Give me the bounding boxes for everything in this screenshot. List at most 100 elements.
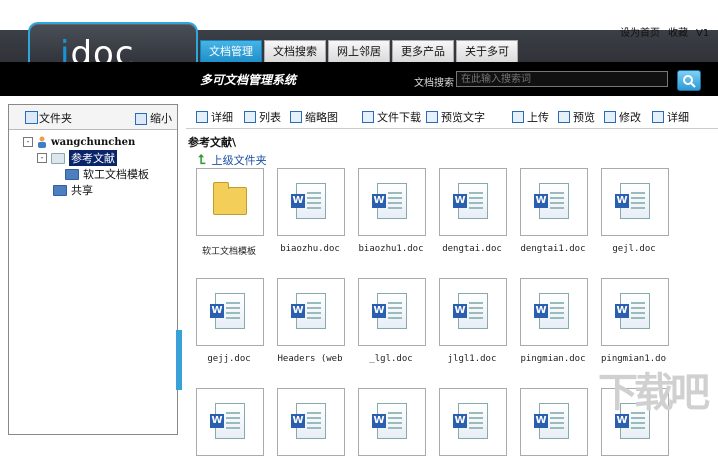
tree-node-shared[interactable]: 共享 — [53, 183, 93, 197]
tab-about[interactable]: 关于多可 — [456, 40, 518, 63]
view-detail-button[interactable]: 详细 — [196, 109, 233, 125]
folder-check-icon — [25, 111, 38, 124]
top-links: 设为首页 收藏 V1 — [620, 24, 717, 39]
word-document-icon: W — [534, 403, 569, 439]
file-name: _lgl.doc — [369, 354, 413, 364]
file-thumbnail[interactable]: W — [277, 388, 345, 456]
file-item[interactable]: Wpingmian.doc — [520, 278, 590, 364]
word-document-icon: W — [291, 183, 326, 219]
word-document-icon: W — [210, 293, 245, 329]
file-name: biaozhu.doc — [280, 244, 340, 254]
file-thumbnail[interactable]: W — [520, 278, 588, 346]
edit-button[interactable]: 修改 — [604, 109, 641, 125]
version-link[interactable]: V1 — [696, 28, 709, 39]
word-document-icon: W — [534, 293, 569, 329]
folder-panel-header: 文件夹 缩小 — [9, 105, 177, 130]
file-thumbnail[interactable]: W — [439, 388, 507, 456]
up-arrow-icon: ⮤ — [198, 152, 206, 168]
tab-network-neighbors[interactable]: 网上邻居 — [328, 40, 390, 63]
folder-panel-title: 文件夹 — [39, 112, 72, 125]
file-item[interactable]: Wpingmian1.doc — [601, 278, 671, 364]
file-thumbnail[interactable]: W — [601, 278, 669, 346]
view-thumbnail-button[interactable]: 缩略图 — [290, 109, 338, 125]
file-thumbnail[interactable]: W — [358, 168, 426, 236]
parent-folder-link[interactable]: ⮤ 上级文件夹 — [198, 152, 267, 168]
file-item[interactable]: W — [439, 388, 509, 456]
file-thumbnail[interactable]: W — [358, 278, 426, 346]
word-document-icon: W — [534, 183, 569, 219]
word-document-icon: W — [372, 293, 407, 329]
tree-node-templates[interactable]: 软工文档模板 — [65, 167, 149, 181]
detail-view-icon — [196, 111, 208, 123]
file-item[interactable]: Wbiaozhu1.doc — [358, 168, 428, 254]
file-thumbnail[interactable]: W — [439, 168, 507, 236]
file-thumbnail[interactable]: W — [439, 278, 507, 346]
file-thumbnail[interactable] — [196, 168, 264, 236]
list-view-icon — [244, 111, 256, 123]
toolbar: 详细 列表 缩略图 文件下载 预览文字 上传 预览 修改 详细 — [186, 104, 718, 129]
word-document-icon: W — [453, 403, 488, 439]
current-path: 参考文献\ — [188, 136, 237, 149]
folder-item[interactable]: 软工文档模板 — [196, 168, 266, 257]
file-thumbnail[interactable]: W — [196, 388, 264, 456]
word-document-icon: W — [210, 403, 245, 439]
word-document-icon: W — [453, 293, 488, 329]
file-item[interactable]: W _lgl.doc — [358, 278, 428, 364]
tab-document-management[interactable]: 文档管理 — [200, 40, 262, 63]
favorite-link[interactable]: 收藏 — [668, 28, 688, 39]
folder-panel: 文件夹 缩小 - wangchunchen - 参考文献 软工文档模板 共享 — [8, 104, 178, 435]
edit-icon — [604, 111, 616, 123]
preview-text-icon — [426, 111, 438, 123]
search-input[interactable] — [456, 71, 668, 87]
folder-icon — [65, 168, 79, 180]
file-item[interactable]: Wdengtai.doc — [439, 168, 509, 254]
file-thumbnail[interactable]: W — [520, 388, 588, 456]
file-item[interactable]: Wjlgl1.doc — [439, 278, 509, 364]
tree-node-references[interactable]: - 参考文献 — [37, 150, 117, 166]
details-button[interactable]: 详细 — [652, 109, 689, 125]
preview-icon — [558, 111, 570, 123]
tab-more-products[interactable]: 更多产品 — [392, 40, 454, 63]
file-item[interactable]: W — [520, 388, 590, 456]
shrink-icon — [135, 113, 147, 125]
file-item[interactable]: Wgejj.doc — [196, 278, 266, 364]
collapse-toggle[interactable]: - — [23, 137, 33, 147]
file-item[interactable]: W — [277, 388, 347, 456]
file-name: dengtai1.doc — [520, 244, 586, 254]
tab-document-search[interactable]: 文档搜索 — [264, 40, 326, 63]
upload-button[interactable]: 上传 — [512, 109, 549, 125]
file-item[interactable]: Wgejl.doc — [601, 168, 671, 254]
file-item[interactable]: Wbiaozhu.doc — [277, 168, 347, 254]
folder-icon — [53, 184, 67, 196]
main-tabs: 文档管理 文档搜索 网上邻居 更多产品 关于多可 — [200, 40, 518, 63]
search-icon — [683, 74, 696, 88]
file-item[interactable]: Wdengtai1.doc — [520, 168, 590, 254]
file-thumbnail[interactable]: W — [520, 168, 588, 236]
file-thumbnail[interactable]: W — [277, 168, 345, 236]
panel-splitter[interactable] — [176, 330, 182, 390]
preview-button[interactable]: 预览 — [558, 109, 595, 125]
file-thumbnail[interactable]: W — [601, 168, 669, 236]
collapse-toggle[interactable]: - — [37, 153, 47, 163]
shrink-button[interactable]: 缩小 — [135, 110, 172, 126]
word-document-icon: W — [372, 183, 407, 219]
file-item[interactable]: W Headers (web — [277, 278, 347, 364]
word-document-icon: W — [372, 403, 407, 439]
preview-text-button[interactable]: 预览文字 — [426, 109, 485, 125]
file-item[interactable]: W — [196, 388, 266, 456]
file-item[interactable]: W — [358, 388, 428, 456]
file-thumbnail[interactable]: W — [196, 278, 264, 346]
file-name: 软工文档模板 — [201, 247, 256, 257]
search-button[interactable] — [677, 70, 701, 91]
file-name: dengtai.doc — [442, 244, 502, 254]
file-name: pingmian.doc — [520, 354, 586, 364]
view-list-button[interactable]: 列表 — [244, 109, 281, 125]
file-thumbnail[interactable]: W — [277, 278, 345, 346]
file-name: jlgl1.doc — [447, 354, 497, 364]
tree-node-root[interactable]: - wangchunchen — [23, 135, 135, 149]
download-button[interactable]: 文件下载 — [362, 109, 421, 125]
file-thumbnail[interactable]: W — [358, 388, 426, 456]
set-homepage-link[interactable]: 设为首页 — [620, 28, 660, 39]
word-document-icon: W — [291, 403, 326, 439]
upload-icon — [512, 111, 524, 123]
